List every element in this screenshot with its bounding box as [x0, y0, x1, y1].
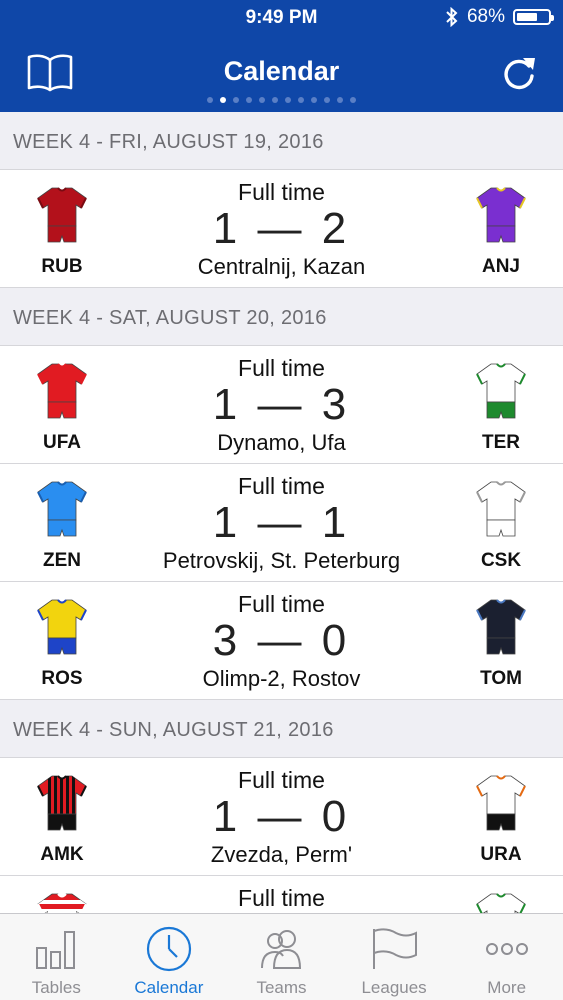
away-team: CSK: [461, 474, 541, 572]
bar-chart-icon: [0, 926, 113, 972]
section-header: WEEK 4 - SAT, AUGUST 20, 2016: [0, 288, 563, 346]
tab-tables[interactable]: Tables: [0, 914, 113, 1000]
page-dot[interactable]: [337, 97, 343, 103]
bluetooth-icon: [446, 7, 458, 27]
away-team-abbr: TOM: [480, 668, 522, 689]
away-team-abbr: ANJ: [481, 256, 520, 277]
tab-label: Leagues: [361, 978, 427, 997]
page-dot[interactable]: [311, 97, 317, 103]
page-dot[interactable]: [233, 97, 239, 103]
page-dot[interactable]: [259, 97, 265, 103]
status-right: 68%: [445, 6, 554, 28]
tab-label: Calendar: [134, 978, 204, 997]
jersey-icon: [476, 363, 526, 419]
jersey-icon: [476, 187, 526, 243]
away-team-abbr: CSK: [480, 550, 522, 571]
tab-label: More: [487, 978, 527, 997]
jersey-icon: [476, 775, 526, 831]
battery-fill: [517, 13, 537, 21]
refresh-button[interactable]: [501, 52, 537, 92]
match-row[interactable]: RUB Full time 1 — 2 Centralnij, Kazan AN…: [0, 170, 563, 288]
flag-icon: [338, 926, 451, 972]
tab-label: Tables: [31, 978, 81, 997]
match-row[interactable]: ROS Full time 3 — 0 Olimp-2, Rostov TOM: [0, 582, 563, 700]
page-dot[interactable]: [272, 97, 278, 103]
match-list[interactable]: WEEK 4 - FRI, AUGUST 19, 2016 RUB Full t…: [0, 112, 563, 949]
battery-icon: [513, 9, 554, 25]
tab-leagues[interactable]: Leagues: [338, 914, 451, 1000]
status-bar: 9:49 PM 68%: [0, 0, 563, 36]
page-dot[interactable]: [350, 97, 356, 103]
clock-icon: [113, 926, 226, 972]
page-dot[interactable]: [246, 97, 252, 103]
away-team: TOM: [461, 592, 541, 690]
battery-percent: 68%: [466, 6, 505, 27]
section-header: WEEK 4 - SUN, AUGUST 21, 2016: [0, 700, 563, 758]
section-header: WEEK 4 - FRI, AUGUST 19, 2016: [0, 112, 563, 170]
page-dot[interactable]: [285, 97, 291, 103]
refresh-icon: [504, 58, 535, 90]
away-team-abbr: URA: [480, 844, 522, 865]
tab-more[interactable]: More: [450, 914, 563, 1000]
away-team: ANJ: [461, 180, 541, 278]
away-team-abbr: TER: [482, 432, 520, 453]
more-icon: [450, 926, 563, 972]
tab-bar: Tables Calendar Teams Leagues More: [0, 913, 563, 1000]
people-icon: [225, 926, 338, 972]
match-row[interactable]: AMK Full time 1 — 0 Zvezda, Perm' URA: [0, 758, 563, 876]
page-dot[interactable]: [220, 97, 226, 103]
tab-teams[interactable]: Teams: [225, 914, 338, 1000]
jersey-icon: [476, 481, 526, 537]
jersey-icon: [476, 599, 526, 655]
page-title: Calendar: [223, 56, 340, 86]
nav-header: 9:49 PM 68% Calendar: [0, 0, 563, 112]
page-dot[interactable]: [207, 97, 213, 103]
match-row[interactable]: UFA Full time 1 — 3 Dynamo, Ufa TER: [0, 346, 563, 464]
away-team: TER: [461, 356, 541, 454]
away-team: URA: [461, 768, 541, 866]
page-indicator[interactable]: [0, 97, 563, 103]
tab-label: Teams: [256, 978, 307, 997]
page-dot[interactable]: [298, 97, 304, 103]
page-dot[interactable]: [324, 97, 330, 103]
tab-calendar[interactable]: Calendar: [113, 914, 226, 1000]
match-row[interactable]: ZEN Full time 1 — 1 Petrovskij, St. Pete…: [0, 464, 563, 582]
